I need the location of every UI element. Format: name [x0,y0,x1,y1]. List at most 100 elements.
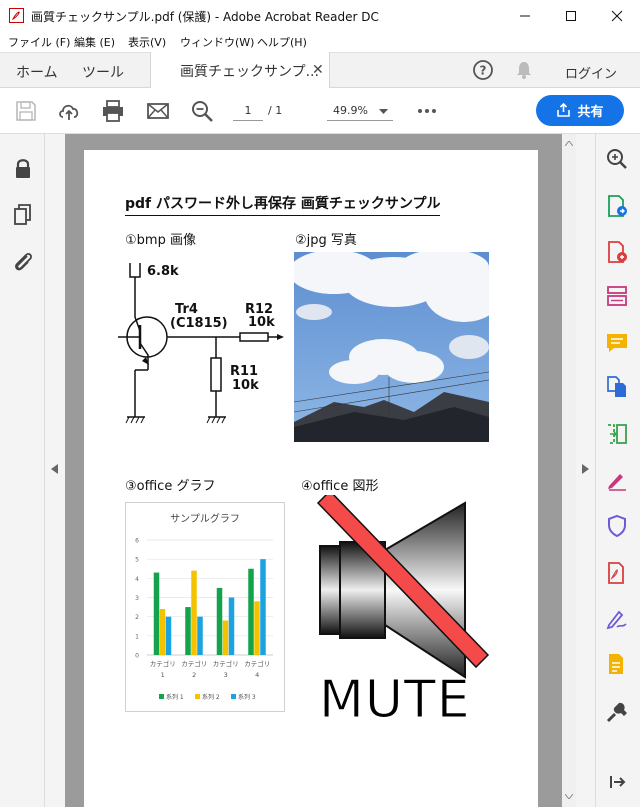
collapse-left-icon [51,464,58,474]
close-icon [611,10,623,21]
bar-chart: サンプルグラフ 0 1 2 3 4 5 6 カテゴリ 1 カテゴリ 2 カテゴリ 3 カテゴリ 4 系列 1… [125,502,285,712]
chart-bar [197,616,203,655]
maximize-button[interactable] [548,0,594,31]
tools-wrench-icon[interactable] [605,700,629,724]
minimize-button[interactable] [502,0,548,31]
combine-files-icon[interactable] [605,375,629,399]
chart-bar [254,601,260,655]
chart-y-tick-label: 1 [135,633,139,640]
chart-legend-label: 系列 2 [202,693,220,701]
chart-bar [185,607,191,655]
cloud-upload-icon[interactable] [57,99,81,123]
circuit-tr-label: Tr4 [175,302,198,317]
stamp-document-icon[interactable] [605,652,629,676]
circuit-voltage-label: 6.8k [147,264,179,279]
chart-bar [222,620,229,655]
save-icon[interactable] [14,99,38,123]
tab-document[interactable]: 画質チェックサンプ... ✕ [150,52,330,89]
chart-x-tick-label: カテゴリ [213,659,239,668]
chart-bar [216,587,223,655]
section-jpg-caption: ②jpg 写真 [295,233,357,248]
export-pdf-icon[interactable] [605,194,629,218]
circuit-r11-value: 10k [232,378,259,393]
scroll-down-icon[interactable] [565,794,573,799]
sky-photo [294,252,489,442]
protect-icon[interactable] [605,514,629,538]
chart-legend: 系列 1 系列 2 系列 3 [159,693,256,701]
attachment-icon[interactable] [11,250,35,274]
chart-x-tick-label: 1 [161,671,165,679]
zoom-search-icon[interactable] [190,99,214,123]
menu-view[interactable]: 表示(V) [128,34,166,50]
more-icon[interactable] [417,107,437,115]
chart-x-tick-label: 4 [255,671,259,679]
right-panel-toggle[interactable] [576,134,595,807]
left-navigation-panel [0,134,45,807]
chart-legend-swatch [195,694,200,699]
login-link[interactable]: ログイン [565,63,617,82]
comment-icon[interactable] [605,331,629,355]
page-number-input[interactable]: 1 [233,101,263,121]
scroll-up-icon[interactable] [565,141,573,146]
email-icon[interactable] [146,99,170,123]
tab-tools[interactable]: ツール [82,62,124,82]
circuit-r12-value: 10k [248,315,275,330]
edit-pdf-icon[interactable] [605,284,629,308]
chart-y-tick-label: 2 [135,614,139,621]
maximize-icon [566,10,576,21]
chart-bar [165,616,172,655]
menu-file[interactable]: ファイル (F) [8,34,70,50]
share-icon [557,103,571,117]
chart-x-tick-label: カテゴリ [181,659,207,668]
window-title: 画質チェックサンプル.pdf (保護) - Adobe Acrobat Read… [31,10,379,24]
organize-pages-icon[interactable] [605,422,629,446]
acrobat-app-icon [9,8,24,23]
minimize-icon [520,15,530,16]
document-heading: pdf パスワード外し再保存 画質チェックサンプル [125,193,441,216]
collapse-panel-arrow-icon[interactable] [605,770,629,794]
chart-x-tick-label: カテゴリ [244,659,270,668]
lock-icon[interactable] [11,156,35,180]
help-icon[interactable]: ? [472,59,494,81]
tab-home[interactable]: ホーム [16,62,58,82]
menu-edit[interactable]: 編集 (E) [74,34,115,50]
tab-close-icon[interactable]: ✕ [312,62,324,78]
chart-bar [191,570,197,655]
pages-icon[interactable] [11,203,35,227]
tab-document-label: 画質チェックサンプ... [180,64,319,80]
share-label: 共有 [577,105,604,120]
chart-legend-label: 系列 1 [166,693,184,701]
section-graph-caption: ③office グラフ [125,479,216,494]
sign-icon[interactable] [605,606,629,630]
chart-bar [228,597,235,655]
close-window-button[interactable] [594,0,640,31]
chart-legend-label: 系列 3 [238,693,256,701]
chart-legend-swatch [231,694,236,699]
chart-legend-swatch [159,694,164,699]
chart-x-tick-label: 3 [224,671,228,679]
fill-sign-icon[interactable] [605,468,629,492]
send-for-review-icon[interactable] [605,561,629,585]
menu-window[interactable]: ウィンドウ(W) [180,34,254,50]
svg-text:?: ? [480,64,487,78]
zoom-select[interactable]: 49.9% [327,101,393,121]
create-pdf-icon[interactable] [605,240,629,264]
left-panel-toggle[interactable] [45,134,65,807]
circuit-diagram: 6.8k Tr4 (C1815) R12 10k R11 10k [118,263,284,424]
section-shape-caption: ④office 図形 [301,479,379,494]
section-bmp-caption: ①bmp 画像 [125,233,196,248]
menu-bar: ファイル (F) 編集 (E) 表示(V) ウィンドウ(W) ヘルプ(H) [0,31,640,52]
chart-y-tick-label: 0 [135,653,139,660]
print-icon[interactable] [101,99,125,123]
share-button[interactable]: 共有 [536,95,624,126]
chart-bar [260,559,266,655]
chart-y-tick-label: 6 [135,538,139,545]
circuit-r11-label: R11 [230,364,258,379]
page-total: / 1 [268,104,283,117]
circuit-tr-model-label: (C1815) [170,316,228,331]
menu-help[interactable]: ヘルプ(H) [257,34,307,50]
bell-icon[interactable] [514,60,534,80]
vertical-scrollbar[interactable] [562,134,576,807]
zoom-in-tool-icon[interactable] [605,147,629,171]
chart-bar [153,572,160,655]
